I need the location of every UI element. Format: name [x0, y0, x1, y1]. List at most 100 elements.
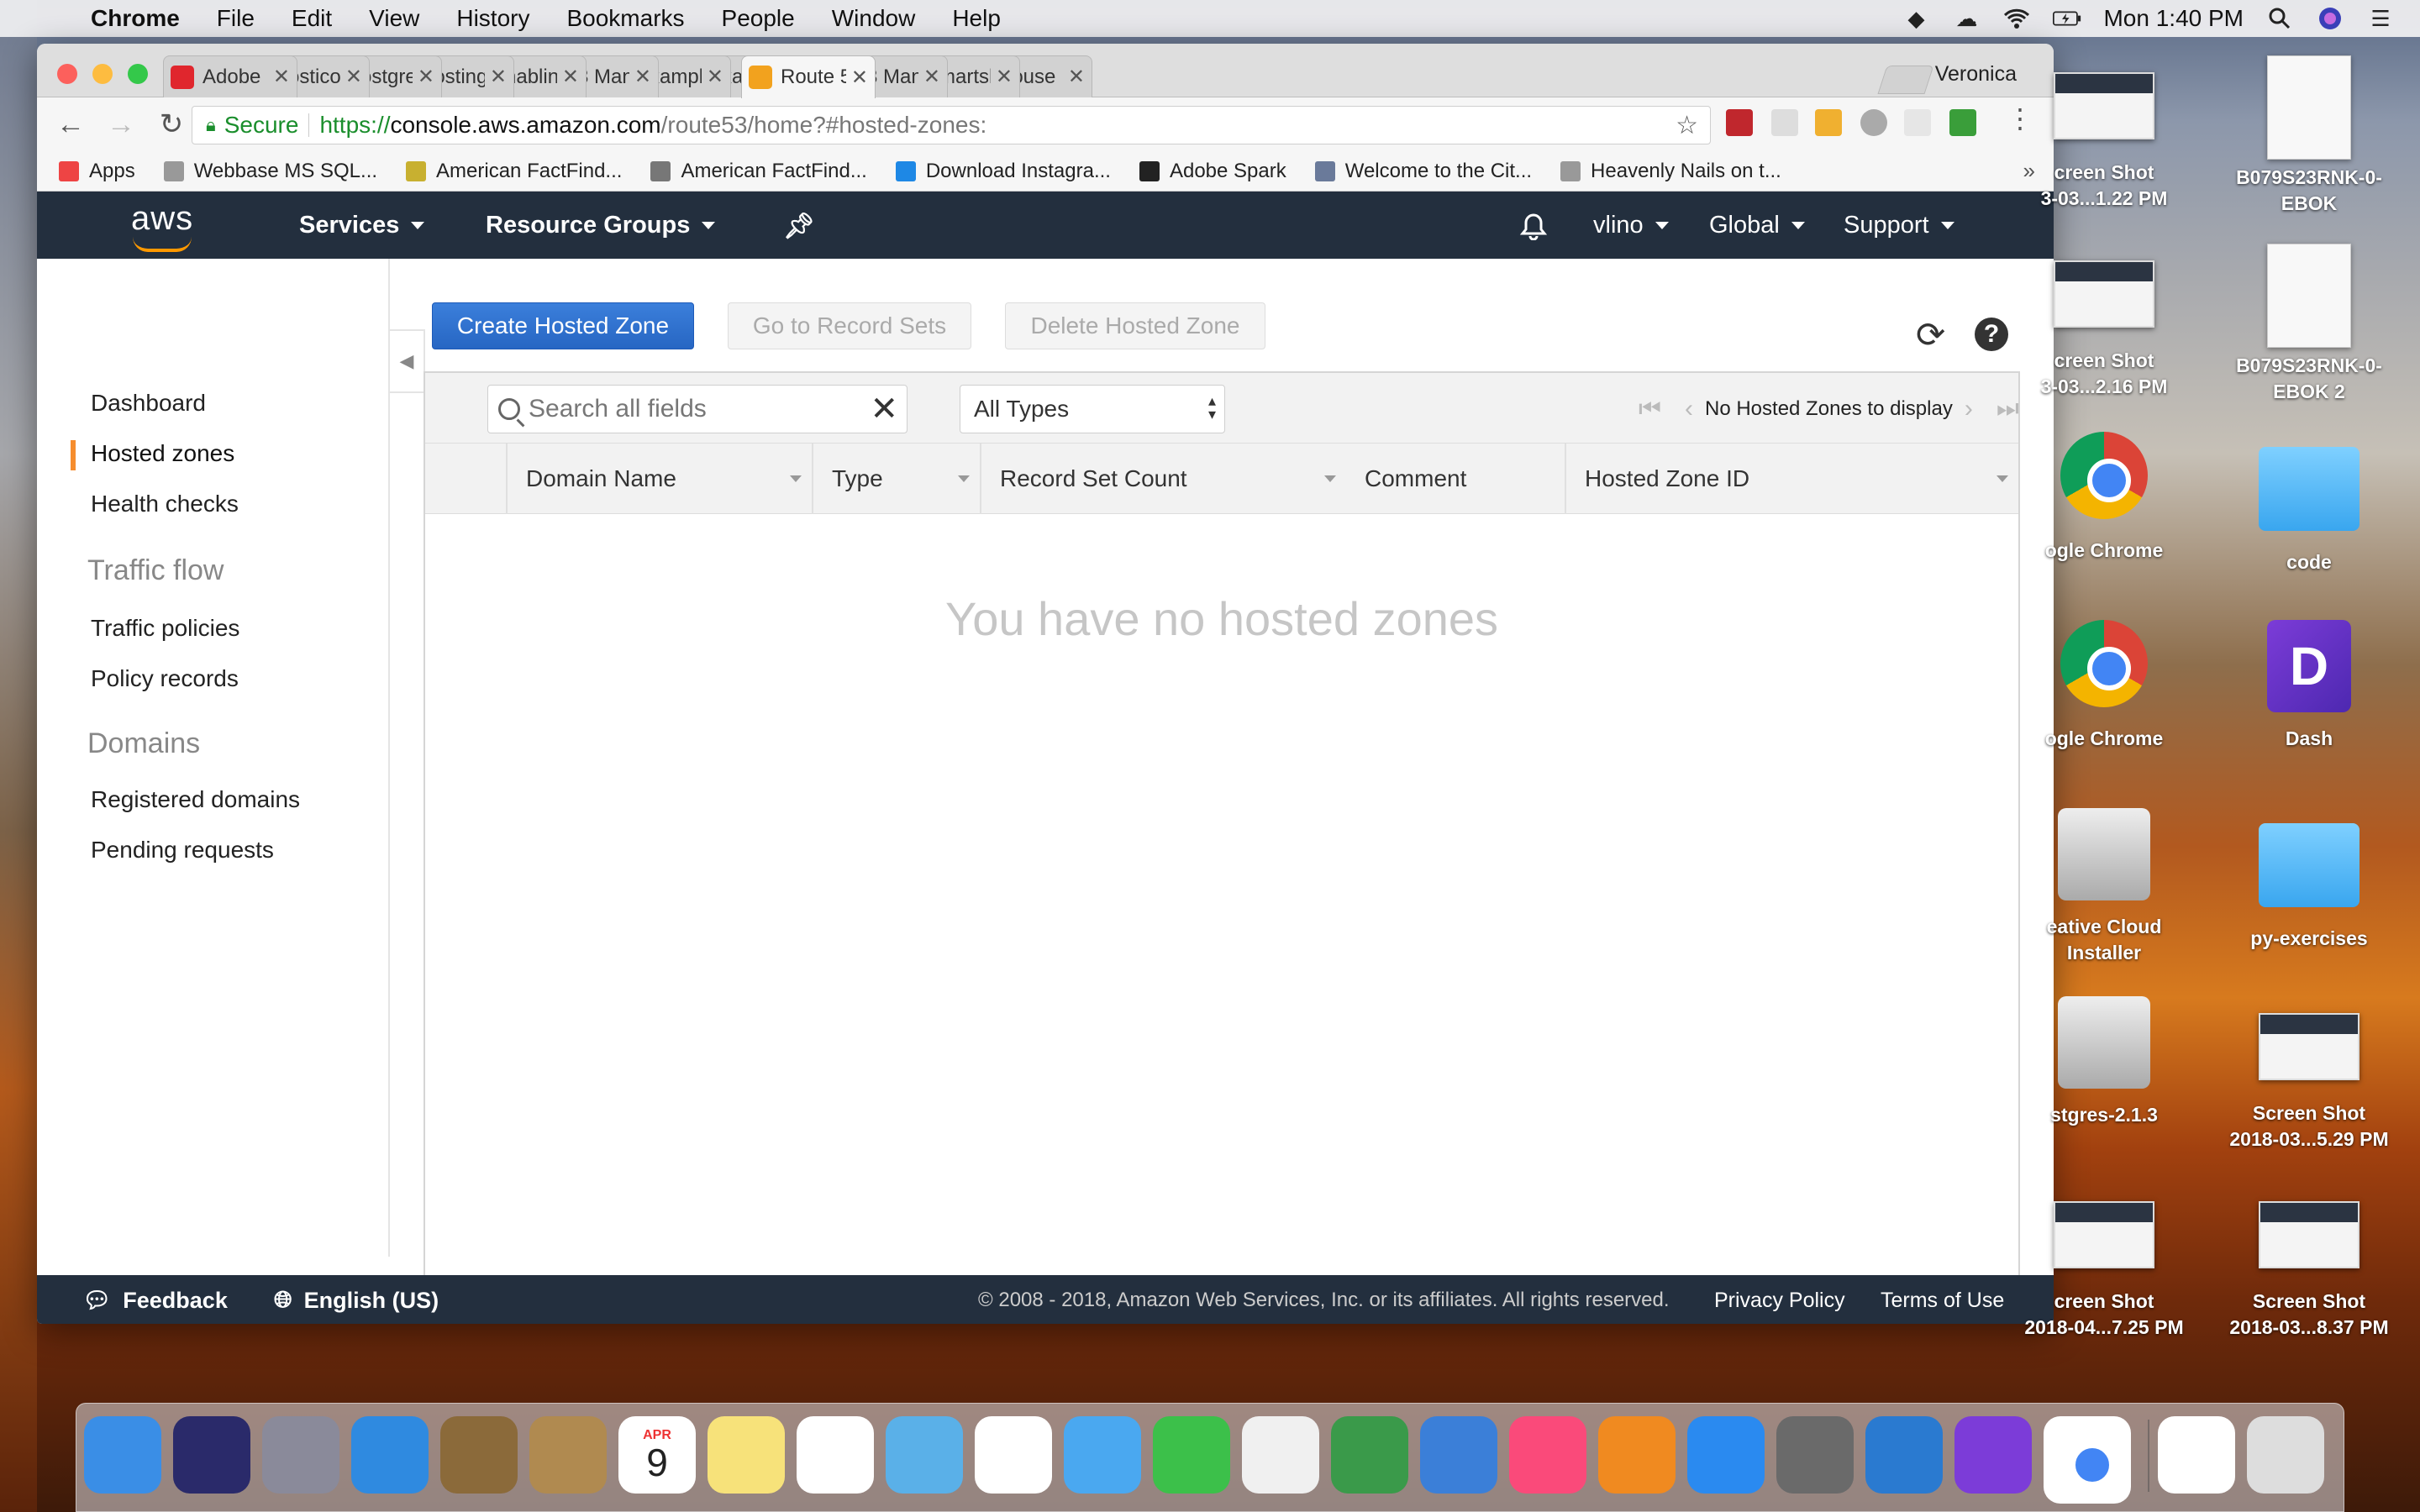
- extension-icon[interactable]: [1860, 109, 1887, 136]
- support-menu[interactable]: Support: [1844, 212, 1954, 239]
- bookmark-item[interactable]: Webbase MS SQL...: [163, 160, 377, 183]
- extension-icon[interactable]: [1771, 109, 1798, 136]
- column-type[interactable]: Type: [812, 444, 980, 514]
- bookmark-item[interactable]: Apps: [59, 160, 135, 183]
- create-hosted-zone-button[interactable]: Create Hosted Zone: [432, 302, 694, 349]
- desktop-item[interactable]: creen Shot 3-03...2.16 PM: [2003, 244, 2205, 400]
- desktop-item[interactable]: code: [2208, 432, 2410, 575]
- previous-page-icon[interactable]: ‹: [1685, 395, 1693, 423]
- clear-search-icon[interactable]: ✕: [870, 392, 898, 426]
- sidebar-item-health-checks[interactable]: Health checks: [91, 491, 239, 517]
- bookmark-star-icon[interactable]: ☆: [1676, 111, 1698, 140]
- aws-logo[interactable]: aws: [131, 200, 193, 252]
- bookmark-item[interactable]: Heavenly Nails on t...: [1560, 160, 1781, 183]
- column-hosted-zone-id[interactable]: Hosted Zone ID: [1565, 444, 2018, 514]
- go-to-record-sets-button[interactable]: Go to Record Sets: [728, 302, 971, 349]
- desktop-item[interactable]: py-exercises: [2208, 808, 2410, 952]
- zoom-window-button[interactable]: [128, 64, 148, 84]
- launchpad-icon[interactable]: [262, 1416, 339, 1494]
- resource-groups-menu[interactable]: Resource Groups: [486, 212, 716, 239]
- preview-icon[interactable]: [1242, 1416, 1319, 1494]
- account-menu[interactable]: vlino: [1593, 212, 1669, 239]
- browser-tab[interactable]: Route 53✕: [741, 55, 876, 98]
- siri-icon[interactable]: [173, 1416, 250, 1494]
- desktop-item[interactable]: ogle Chrome: [2003, 432, 2205, 564]
- close-tab-icon[interactable]: ✕: [707, 65, 723, 89]
- close-tab-icon[interactable]: ✕: [851, 66, 868, 90]
- desktop-item[interactable]: stgres-2.1.3: [2003, 996, 2205, 1128]
- evernote-elephant-icon[interactable]: ◆: [1902, 6, 1930, 31]
- column-record-set-count[interactable]: Record Set Count: [980, 444, 1346, 514]
- type-filter-select[interactable]: All Types ▴ ▾: [960, 385, 1225, 433]
- back-arrow-icon[interactable]: ←: [45, 108, 96, 141]
- sidebar-item-registered-domains[interactable]: Registered domains: [91, 786, 300, 813]
- extension-icon[interactable]: [1904, 109, 1931, 136]
- close-tab-icon[interactable]: ✕: [1068, 65, 1085, 89]
- forward-arrow-icon[interactable]: →: [96, 108, 146, 141]
- refresh-icon[interactable]: ⟳: [1916, 314, 1945, 355]
- menu-edit[interactable]: Edit: [292, 5, 332, 32]
- siri-icon[interactable]: [2316, 7, 2344, 30]
- column-domain-name[interactable]: Domain Name: [506, 444, 812, 514]
- sidebar-item-policy-records[interactable]: Policy records: [91, 665, 239, 692]
- collapse-sidebar-icon[interactable]: ◀: [390, 329, 425, 393]
- menu-view[interactable]: View: [369, 5, 419, 32]
- minimize-window-button[interactable]: [92, 64, 113, 84]
- sidebar-item-traffic-policies[interactable]: Traffic policies: [91, 615, 239, 642]
- bookmark-item[interactable]: American FactFind...: [650, 160, 867, 183]
- finder-icon[interactable]: [84, 1416, 161, 1494]
- sidebar-item-hosted-zones[interactable]: Hosted zones: [70, 440, 234, 470]
- reload-icon[interactable]: ↻: [146, 108, 197, 141]
- close-tab-icon[interactable]: ✕: [923, 65, 940, 89]
- close-tab-icon[interactable]: ✕: [562, 65, 579, 89]
- maps-icon[interactable]: [886, 1416, 963, 1494]
- menu-app-name[interactable]: Chrome: [91, 5, 180, 32]
- sidebar-item-pending-requests[interactable]: Pending requests: [91, 837, 274, 864]
- close-tab-icon[interactable]: ✕: [490, 65, 507, 89]
- desktop-item[interactable]: ogle Chrome: [2003, 620, 2205, 752]
- desktop-item[interactable]: Screen Shot 2018-03...8.37 PM: [2208, 1184, 2410, 1341]
- region-menu[interactable]: Global: [1709, 212, 1805, 239]
- desktop-item[interactable]: creen Shot 2018-04...7.25 PM: [2003, 1184, 2205, 1341]
- address-bar[interactable]: 🔒︎ Secure https:// console.aws.amazon.co…: [192, 106, 1711, 144]
- bookmark-item[interactable]: Welcome to the Cit...: [1314, 160, 1532, 183]
- acrobat-extension-icon[interactable]: [1726, 109, 1753, 136]
- language-selector[interactable]: 🌐︎ English (US): [274, 1287, 439, 1314]
- desktop-item[interactable]: Screen Shot 2018-03...5.29 PM: [2208, 996, 2410, 1152]
- wifi-icon[interactable]: [2002, 7, 2031, 30]
- contacts-icon[interactable]: [529, 1416, 607, 1494]
- itunes-icon[interactable]: [1509, 1416, 1586, 1494]
- menu-window[interactable]: Window: [832, 5, 916, 32]
- chrome-icon[interactable]: [2044, 1416, 2131, 1504]
- ibooks-icon[interactable]: [1598, 1416, 1676, 1494]
- dash-icon[interactable]: [1954, 1416, 2032, 1494]
- keynote-icon[interactable]: [1420, 1416, 1497, 1494]
- new-tab-button[interactable]: [1877, 66, 1934, 94]
- menu-bookmarks[interactable]: Bookmarks: [566, 5, 684, 32]
- calendar-icon[interactable]: APR 9: [618, 1416, 696, 1494]
- system-preferences-icon[interactable]: [1776, 1416, 1854, 1494]
- mail-icon[interactable]: [440, 1416, 518, 1494]
- creative-cloud-icon[interactable]: ☁: [1952, 6, 1981, 31]
- html-file-icon[interactable]: [2158, 1416, 2235, 1494]
- messages-icon[interactable]: [1064, 1416, 1141, 1494]
- desktop-item[interactable]: B079S23RNK-0- EBOK 2: [2208, 244, 2410, 405]
- close-tab-icon[interactable]: ✕: [273, 65, 290, 89]
- vscode-icon[interactable]: [1865, 1416, 1943, 1494]
- numbers-icon[interactable]: [1331, 1416, 1408, 1494]
- close-window-button[interactable]: [57, 64, 77, 84]
- menu-help[interactable]: Help: [952, 5, 1001, 32]
- close-tab-icon[interactable]: ✕: [418, 65, 434, 89]
- appstore-icon[interactable]: [1687, 1416, 1765, 1494]
- desktop-item[interactable]: D Dash: [2208, 620, 2410, 752]
- menu-history[interactable]: History: [456, 5, 529, 32]
- safari-icon[interactable]: [351, 1416, 429, 1494]
- spotlight-search-icon[interactable]: [2265, 7, 2294, 30]
- facetime-icon[interactable]: [1153, 1416, 1230, 1494]
- next-page-icon[interactable]: ›: [1965, 395, 1973, 423]
- desktop-item[interactable]: B079S23RNK-0- EBOK: [2208, 55, 2410, 217]
- desktop-item[interactable]: eative Cloud Installer: [2003, 808, 2205, 966]
- privacy-policy-link[interactable]: Privacy Policy: [1714, 1289, 1845, 1313]
- sidebar-item-dashboard[interactable]: Dashboard: [91, 390, 206, 417]
- menu-file[interactable]: File: [217, 5, 255, 32]
